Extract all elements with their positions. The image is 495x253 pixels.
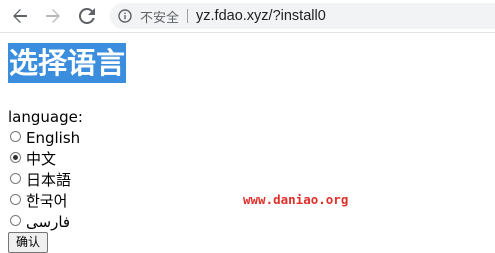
radio-english[interactable] — [10, 131, 21, 142]
page-title: 选择语言 — [8, 43, 127, 83]
language-options: English 中文 日本語 한국어 فارسی — [10, 128, 80, 233]
back-button[interactable] — [9, 5, 31, 27]
security-label[interactable]: 不安全 — [140, 7, 179, 26]
confirm-button[interactable]: 确认 — [8, 232, 49, 253]
url-text[interactable]: yz.fdao.xyz/?install0 — [196, 8, 326, 24]
radio-japanese[interactable] — [10, 173, 21, 184]
option-label[interactable]: English — [26, 128, 80, 149]
option-label[interactable]: 日本語 — [26, 170, 71, 191]
option-label[interactable]: 中文 — [26, 149, 56, 170]
browser-toolbar: 不安全 yz.fdao.xyz/?install0 — [0, 0, 495, 33]
language-label: language: — [8, 108, 83, 126]
option-label[interactable]: فارسی — [26, 212, 70, 233]
option-label[interactable]: 한국어 — [26, 191, 67, 212]
language-option-persian[interactable]: فارسی — [10, 212, 80, 233]
info-icon[interactable] — [118, 9, 132, 23]
address-bar[interactable]: 不安全 yz.fdao.xyz/?install0 — [110, 3, 495, 29]
forward-button[interactable] — [42, 5, 64, 27]
watermark-text: www.daniao.org — [243, 192, 349, 207]
language-option-japanese[interactable]: 日本語 — [10, 170, 80, 191]
language-option-korean[interactable]: 한국어 — [10, 191, 80, 212]
radio-chinese[interactable] — [10, 152, 21, 163]
language-option-english[interactable]: English — [10, 128, 80, 149]
forward-arrow-icon — [45, 8, 61, 24]
address-separator — [187, 9, 189, 23]
language-option-chinese[interactable]: 中文 — [10, 149, 80, 170]
back-arrow-icon — [12, 8, 28, 24]
reload-icon — [79, 8, 95, 24]
page-content: 选择语言 language: English 中文 日本語 한국어 فارسی … — [0, 33, 495, 253]
radio-persian[interactable] — [10, 215, 21, 226]
radio-korean[interactable] — [10, 194, 21, 205]
reload-button[interactable] — [76, 5, 98, 27]
